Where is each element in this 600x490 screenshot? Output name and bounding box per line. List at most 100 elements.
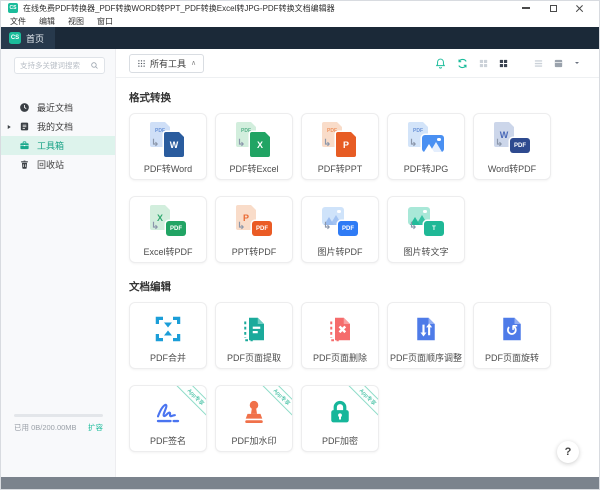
expand-storage-link[interactable]: 扩容	[88, 422, 103, 433]
word-to-pdf-icon: W ↳ PDF	[492, 122, 532, 158]
tool-card-label: PDF转Word	[143, 164, 193, 174]
tool-card-label: PDF签名	[149, 436, 186, 446]
titlebar: CS 在线免费PDF转换器_PDF转换WORD转PPT_PDF转换Excel转J…	[1, 1, 599, 15]
search-box	[14, 57, 105, 74]
image-to-text-card[interactable]: ↳ T 图片转文字	[387, 196, 465, 263]
ppt-to-pdf-icon: P ↳ PDF	[234, 205, 274, 241]
sidebar-item-label: 回收站	[37, 160, 65, 170]
sidebar-item-recycle-bin[interactable]: 回收站	[1, 155, 115, 174]
tool-card-label: 图片转文字	[403, 247, 449, 257]
menu-edit[interactable]: 编辑	[39, 16, 55, 27]
notification-bell-icon[interactable]	[434, 57, 447, 70]
pdf-to-jpg-card[interactable]: PDF ↳ PDF转JPG	[387, 113, 465, 180]
sidebar-item-my-docs[interactable]: 我的文档	[1, 117, 115, 136]
display-options-icon[interactable]	[553, 58, 564, 69]
grid-dots-icon	[137, 59, 146, 68]
tab-home[interactable]: CS 首页	[1, 27, 56, 49]
view-grid-icon[interactable]	[478, 58, 489, 69]
convert-arrow-icon: ↳	[495, 138, 504, 149]
tool-card-label: PDF加水印	[231, 436, 277, 446]
pdf-delete-pages-icon	[320, 311, 360, 347]
tools-content: 格式转换 PDF ↳ W PDF转Word PDF ↳ X PDF转Excel PDF ↳ P PDF转…	[116, 78, 599, 477]
tool-card-label: PDF页面提取	[226, 353, 281, 363]
pdf-reorder-pages-icon	[406, 311, 446, 347]
tool-card-label: PDF页面删除	[312, 353, 367, 363]
minimize-icon	[522, 7, 530, 9]
pdf-reorder-pages-card[interactable]: PDF页面顺序调整	[387, 302, 465, 369]
menu-window[interactable]: 窗口	[97, 16, 113, 27]
help-button[interactable]: ?	[557, 441, 579, 463]
section-title: 格式转换	[129, 92, 171, 104]
section-title: 文档编辑	[129, 281, 171, 293]
sidebar-item-recent-docs[interactable]: 最近文档	[1, 98, 115, 117]
search-input[interactable]	[20, 61, 87, 70]
pdf-watermark-icon	[234, 394, 274, 430]
pdf-watermark-card[interactable]: PDF加水印 App专享	[215, 385, 293, 452]
storage-progress-bar	[14, 414, 103, 417]
tool-card-label: PDF转PPT	[317, 164, 363, 174]
all-tools-label: 所有工具	[150, 58, 187, 69]
window-title: 在线免费PDF转换器_PDF转换WORD转PPT_PDF转换Excel转JPG-…	[23, 3, 335, 13]
app-window: CS 在线免费PDF转换器_PDF转换WORD转PPT_PDF转换Excel转J…	[0, 0, 600, 490]
excel-to-pdf-card[interactable]: X ↳ PDF Excel转PDF	[129, 196, 207, 263]
sidebar-item-label: 最近文档	[37, 103, 74, 113]
convert-arrow-icon: ↳	[409, 221, 418, 232]
convert-arrow-icon: ↳	[237, 138, 246, 149]
pdf-merge-card[interactable]: PDF合并	[129, 302, 207, 369]
pdf-sign-card[interactable]: PDF签名 App专享	[129, 385, 207, 452]
window-controls	[520, 3, 592, 14]
tool-card-label: PDF页面旋转	[484, 353, 539, 363]
sync-icon[interactable]	[456, 57, 469, 70]
image-to-pdf-card[interactable]: ↳ PDF 图片转PDF	[301, 196, 379, 263]
view-grid-active-icon[interactable]	[498, 58, 509, 69]
menu-view[interactable]: 视图	[68, 16, 84, 27]
maximize-button[interactable]	[547, 3, 559, 14]
tool-card-label: PDF转Excel	[229, 164, 279, 174]
pdf-encrypt-card[interactable]: PDF加密 App专享	[301, 385, 379, 452]
tool-grid: PDF ↳ W PDF转Word PDF ↳ X PDF转Excel PDF ↳ P PDF转PPT P…	[129, 113, 586, 263]
app-logo-icon: CS	[8, 3, 18, 13]
pdf-to-ppt-card[interactable]: PDF ↳ P PDF转PPT	[301, 113, 379, 180]
cs-logo-icon: CS	[9, 32, 21, 44]
search-icon[interactable]	[90, 61, 99, 70]
pdf-merge-icon	[148, 311, 188, 347]
ppt-to-pdf-card[interactable]: P ↳ PDF PPT转PDF	[215, 196, 293, 263]
tool-card-label: PDF页面顺序调整	[389, 353, 462, 363]
image-to-text-icon: ↳ T	[406, 205, 446, 241]
chevron-down-icon[interactable]	[573, 59, 581, 67]
pdf-to-excel-card[interactable]: PDF ↳ X PDF转Excel	[215, 113, 293, 180]
toolbox-icon	[19, 140, 30, 151]
document-icon	[19, 121, 30, 132]
pdf-rotate-pages-card[interactable]: ↺ PDF页面旋转	[473, 302, 551, 369]
image-to-pdf-icon: ↳ PDF	[320, 205, 360, 241]
convert-arrow-icon: ↳	[151, 221, 160, 232]
minimize-button[interactable]	[520, 3, 532, 14]
pdf-extract-pages-card[interactable]: PDF页面提取	[215, 302, 293, 369]
view-list-icon[interactable]	[533, 58, 544, 69]
tab-home-label: 首页	[26, 33, 45, 44]
convert-arrow-icon: ↳	[237, 221, 246, 232]
clock-icon	[19, 102, 30, 113]
pdf-rotate-pages-icon: ↺	[492, 311, 532, 347]
tool-card-label: PDF合并	[149, 353, 186, 363]
word-to-pdf-card[interactable]: W ↳ PDF Word转PDF	[473, 113, 551, 180]
all-tools-button[interactable]: 所有工具 ∧	[129, 53, 205, 73]
svg-text:↺: ↺	[506, 321, 519, 339]
convert-arrow-icon: ↳	[323, 221, 332, 232]
pdf-to-word-card[interactable]: PDF ↳ W PDF转Word	[129, 113, 207, 180]
menu-file[interactable]: 文件	[10, 16, 26, 27]
sidebar-item-toolbox[interactable]: 工具箱	[1, 136, 115, 155]
tabbar: CS 首页	[1, 27, 599, 49]
pdf-delete-pages-card[interactable]: PDF页面删除	[301, 302, 379, 369]
tool-card-label: PDF转JPG	[403, 164, 449, 174]
tool-card-label: PPT转PDF	[231, 247, 277, 257]
main-toolbar: 所有工具 ∧	[116, 49, 599, 78]
pdf-to-word-icon: PDF ↳ W	[148, 122, 188, 158]
storage-panel: 已用 0B/200.00MB 扩容	[1, 414, 115, 433]
expander-icon[interactable]	[6, 124, 12, 130]
close-button[interactable]	[574, 3, 586, 14]
trash-icon	[19, 159, 30, 170]
pdf-to-excel-icon: PDF ↳ X	[234, 122, 274, 158]
storage-used-label: 已用 0B/200.00MB	[14, 423, 77, 432]
